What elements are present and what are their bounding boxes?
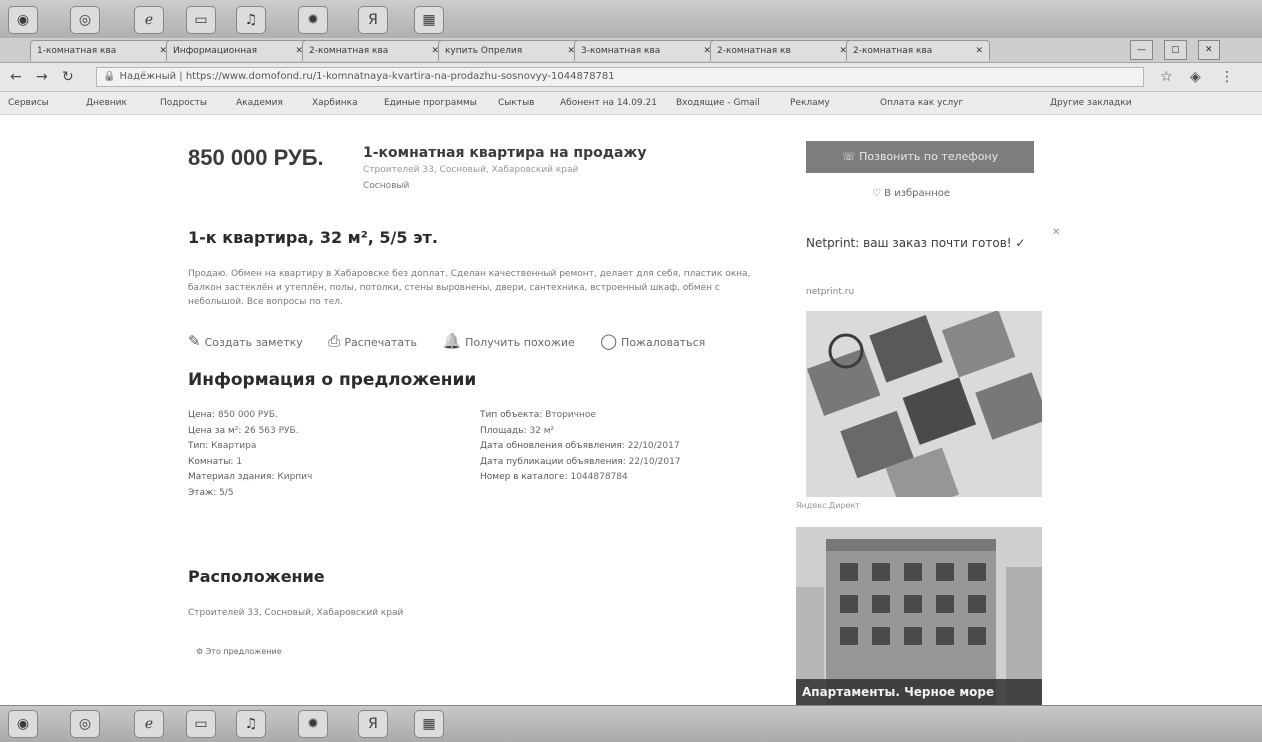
- ie-icon[interactable]: ℯ: [134, 710, 164, 738]
- os-taskbar: ◉ ◎ ℯ ▭ ♫ ✹ Я ▦: [0, 705, 1262, 742]
- info-row: Тип: Квартира: [188, 441, 257, 451]
- bookmark-item[interactable]: Абонент на 14.09.21: [560, 95, 657, 111]
- url-input[interactable]: 🔒 Надёжный | https://www.domofond.ru/1-ko…: [96, 67, 1144, 87]
- yandex-icon[interactable]: Я: [358, 6, 388, 34]
- info-row: Площадь: 32 м²: [480, 425, 555, 436]
- media-icon[interactable]: ♫: [236, 710, 266, 738]
- info-row: Дата публикации объявления: 22/10/2017: [480, 456, 681, 467]
- heart-icon: ♡: [872, 188, 881, 199]
- bookmark-item[interactable]: Входящие - Gmail: [676, 95, 760, 111]
- listing-heading: 1-к квартира, 32 м², 5/5 эт.: [188, 228, 438, 247]
- browser-icon[interactable]: ✹: [298, 6, 328, 34]
- maximize-window-button[interactable]: ▢: [1164, 40, 1187, 60]
- info-right-column: Тип объекта: Вторичное Площадь: 32 м² Да…: [480, 408, 681, 486]
- close-window-button[interactable]: ✕: [1198, 40, 1220, 60]
- listing-title: 1-комнатная квартира на продажу: [363, 145, 647, 161]
- print-button[interactable]: ⎙ Распечатать: [328, 332, 417, 350]
- close-icon[interactable]: ✕: [1052, 227, 1060, 238]
- ad-caption: Яндекс.Директ: [796, 501, 860, 510]
- phone-icon: ☏: [841, 150, 856, 163]
- media-icon[interactable]: ♫: [236, 6, 266, 34]
- listing-actions: ✎ Создать заметку ⎙ Распечатать 🔔 Получить …: [188, 332, 788, 354]
- browser-icon[interactable]: ✹: [298, 710, 328, 738]
- call-button[interactable]: ☏ Позвонить по телефону: [806, 141, 1034, 173]
- browser-tab-6[interactable]: 2-комнатная кв ✕: [710, 40, 854, 61]
- info-row: Тип объекта: Вторичное: [480, 410, 596, 420]
- bookmark-item[interactable]: Другие закладки: [1050, 95, 1132, 111]
- note-icon: ✎: [188, 332, 201, 350]
- photo-collage-image: [806, 311, 1042, 497]
- browser-tab-3[interactable]: 2-комнатная ква ✕: [302, 40, 446, 61]
- info-row: Цена за м²: 26 563 РУБ.: [188, 425, 299, 436]
- address-bar-row: ← → ↻ 🔒 Надёжный | https://www.domofond.r…: [0, 63, 1262, 92]
- bookmark-item[interactable]: Харбинка: [312, 95, 358, 111]
- bookmark-item[interactable]: Дневник: [86, 95, 127, 111]
- listing-description: Продаю. Обмен на квартиру в Хабаровске б…: [188, 269, 751, 307]
- ie-icon[interactable]: ℯ: [134, 6, 164, 34]
- chrome-icon[interactable]: ◎: [70, 710, 100, 738]
- complain-button[interactable]: ◯ Пожаловаться: [600, 332, 705, 350]
- chat-icon: ◯: [600, 332, 618, 350]
- os-top-bar: ◉ ◎ ℯ ▭ ♫ ✹ Я ▦: [0, 0, 1262, 39]
- listing-city: Сосновый: [363, 181, 410, 191]
- forward-arrow-icon[interactable]: →: [36, 68, 48, 86]
- browser-tab-1[interactable]: 1-комнатная ква ✕: [30, 40, 174, 61]
- bookmark-item[interactable]: Сыктыв: [498, 95, 534, 111]
- bookmarks-bar: Сервисы Дневник Подросты Академия Харбин…: [0, 92, 1262, 115]
- app-icon[interactable]: ▦: [414, 6, 444, 34]
- bookmark-item[interactable]: Единые программы: [384, 95, 477, 111]
- favorite-button[interactable]: ♡ В избранное: [872, 188, 950, 199]
- yandex-icon[interactable]: Я: [358, 710, 388, 738]
- browser-tab-2[interactable]: Информационная ✕: [166, 40, 310, 61]
- app-icon[interactable]: ▦: [414, 710, 444, 738]
- info-row: Цена: 850 000 РУБ.: [188, 410, 278, 420]
- windows-start-icon[interactable]: ◉: [8, 6, 38, 34]
- browser-tab-4[interactable]: купить Опрелия ✕: [438, 40, 582, 61]
- star-icon[interactable]: ☆: [1160, 68, 1173, 86]
- browser-tab-7[interactable]: 2-комнатная ква ✕: [846, 40, 990, 61]
- ad-banner-caption: Апартаменты. Черное море: [796, 679, 1042, 705]
- bookmark-item[interactable]: Рекламу: [790, 95, 830, 111]
- folder-icon[interactable]: ▭: [186, 710, 216, 738]
- info-row: Этаж: 5/5: [188, 487, 234, 498]
- create-note-button[interactable]: ✎ Создать заметку: [188, 332, 303, 350]
- browser-tab-5[interactable]: 3-комнатная ква ✕: [574, 40, 718, 61]
- folder-icon[interactable]: ▭: [186, 6, 216, 34]
- bell-icon: 🔔: [442, 332, 462, 350]
- windows-start-icon[interactable]: ◉: [8, 710, 38, 738]
- info-row: Материал здания: Кирпич: [188, 472, 313, 482]
- info-row: Номер в каталоге: 1044878784: [480, 472, 628, 482]
- ad-image[interactable]: [806, 311, 1042, 497]
- close-tab-icon[interactable]: ✕: [975, 41, 983, 61]
- reload-icon[interactable]: ↻: [62, 68, 74, 86]
- info-row: Дата обновления объявления: 22/10/2017: [480, 441, 680, 451]
- gear-icon: ⚙: [196, 647, 204, 656]
- minimize-window-button[interactable]: —: [1130, 40, 1153, 60]
- lock-icon: 🔒: [103, 71, 116, 82]
- page-content: 850 000 РУБ. 1-комнатная квартира на про…: [0, 115, 1262, 705]
- info-left-column: Цена: 850 000 РУБ. Цена за м²: 26 563 РУ…: [188, 408, 312, 501]
- back-arrow-icon[interactable]: ←: [10, 68, 22, 86]
- bookmark-item[interactable]: Сервисы: [8, 95, 49, 111]
- get-similar-button[interactable]: 🔔 Получить похожие: [442, 332, 574, 350]
- browser-tab-strip: 1-комнатная ква ✕ Информационная ✕ 2-комна…: [0, 38, 1262, 63]
- ad-banner[interactable]: Апартаменты. Черное море: [796, 527, 1042, 705]
- print-icon: ⎙: [328, 332, 341, 350]
- extension-icon[interactable]: ◈: [1190, 68, 1201, 86]
- ad-title[interactable]: Netprint: ваш заказ почти готов! ✓: [806, 235, 1036, 251]
- menu-icon[interactable]: ⋮: [1220, 68, 1234, 86]
- location-address: Строителей 33, Сосновый, Хабаровский кра…: [188, 608, 404, 618]
- listing-address[interactable]: Строителей 33, Сосновый, Хабаровский кра…: [363, 165, 578, 175]
- bookmark-item[interactable]: Подросты: [160, 95, 207, 111]
- info-heading: Информация о предложении: [188, 370, 477, 390]
- similar-offer-link[interactable]: ⚙ Это предложение: [196, 647, 282, 656]
- info-row: Комнаты: 1: [188, 456, 243, 467]
- bookmark-item[interactable]: Оплата как услуг: [880, 95, 963, 111]
- listing-price: 850 000 РУБ.: [188, 145, 324, 170]
- chrome-icon[interactable]: ◎: [70, 6, 100, 34]
- location-heading: Расположение: [188, 567, 325, 586]
- ad-domain[interactable]: netprint.ru: [806, 287, 854, 297]
- bookmark-item[interactable]: Академия: [236, 95, 283, 111]
